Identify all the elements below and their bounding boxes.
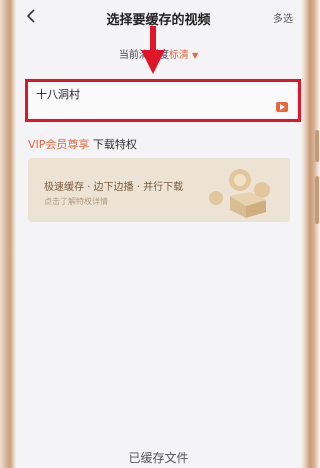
- multi-select-button[interactable]: 多选: [273, 10, 293, 25]
- caret-down-icon: ▼: [192, 51, 199, 60]
- side-button-lower: [315, 176, 319, 224]
- vip-card-subtitle: 点击了解特权详情: [44, 197, 108, 206]
- app-screen: 选择要缓存的视频 多选 当前清晰度标清 ▼ 十八洞村 VIP会员尊享 下载特权 …: [16, 0, 301, 468]
- vip-privilege-heading: VIP会员尊享 下载特权: [28, 136, 137, 152]
- cached-files-button[interactable]: 已缓存文件: [16, 448, 301, 468]
- quality-value: 标清: [168, 50, 189, 61]
- annotation-arrow-icon: [141, 26, 165, 74]
- phone-frame-right: [301, 0, 319, 468]
- annotation-highlight-box: [25, 79, 301, 122]
- phone-frame-left: [0, 0, 16, 468]
- vip-label: VIP会员尊享: [28, 138, 90, 151]
- privilege-label: 下载特权: [92, 138, 137, 151]
- vip-promo-card[interactable]: 极速缓存 · 边下边播 · 并行下载 点击了解特权详情: [28, 158, 290, 222]
- side-button-upper: [315, 130, 319, 162]
- download-illustration-icon: [209, 169, 270, 218]
- vip-card-title: 极速缓存 · 边下边播 · 并行下载: [44, 182, 184, 193]
